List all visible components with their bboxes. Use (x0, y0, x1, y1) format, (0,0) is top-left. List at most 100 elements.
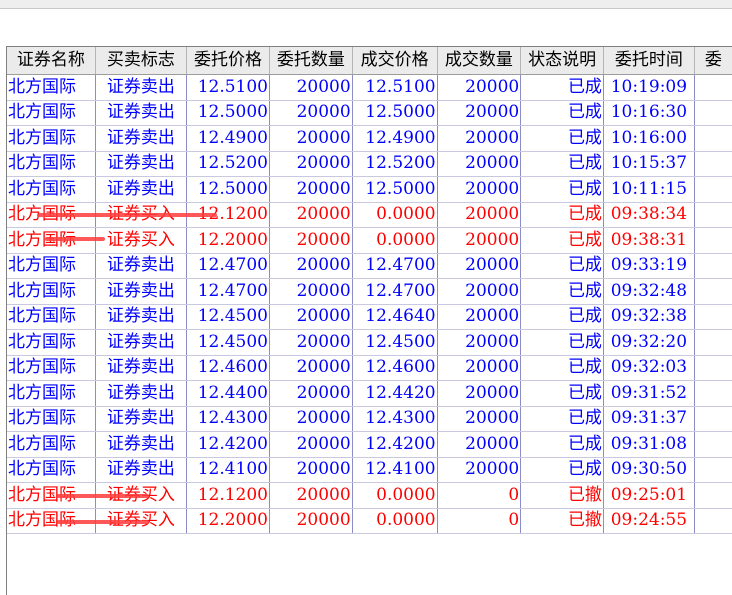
cell-security-name: 北方国际 (7, 380, 96, 407)
table-row[interactable]: 北方国际 证券卖出 12.4700 20000 12.4700 20000 已成 09:32:… (7, 278, 732, 305)
column-header-security-name[interactable]: 证券名称 (7, 47, 96, 75)
cell-deal-quantity: 20000 (437, 457, 522, 483)
window-top-strip (0, 0, 732, 9)
cell-order-quantity: 20000 (269, 176, 353, 203)
column-header-order-price[interactable]: 委托价格 (186, 47, 271, 75)
cell-order-time: 10:16:00 (603, 125, 695, 152)
table-row[interactable]: 北方国际 证券卖出 12.5000 20000 12.5000 20000 已成 10:16:… (7, 100, 732, 126)
cell-deal-price: 0.0000 (352, 202, 438, 228)
column-header-order-time[interactable]: 委托时间 (603, 47, 695, 75)
cell-order-time: 09:32:03 (603, 355, 695, 381)
cell-order-price: 12.5100 (186, 74, 271, 101)
cell-truncated (694, 304, 732, 330)
column-header-deal-price[interactable]: 成交价格 (352, 47, 438, 75)
cell-truncated (694, 227, 732, 254)
cell-deal-quantity: 0 (437, 508, 522, 534)
cell-deal-quantity: 20000 (437, 431, 522, 458)
column-header-order-quantity[interactable]: 委托数量 (269, 47, 353, 75)
cell-deal-quantity: 20000 (437, 253, 522, 279)
column-header-truncated[interactable]: 委 (694, 47, 732, 75)
cell-security-name: 北方国际 (7, 355, 96, 381)
cell-security-name: 北方国际 (7, 457, 96, 483)
cell-order-price: 12.4600 (186, 355, 271, 381)
cell-order-time: 09:38:31 (603, 227, 695, 254)
cell-order-time: 09:31:52 (603, 380, 695, 407)
cell-status: 已成 (520, 202, 604, 228)
cell-deal-price: 12.4100 (352, 457, 438, 483)
cell-order-price: 12.4200 (186, 431, 271, 458)
table-row[interactable]: 北方国际 证券卖出 12.4500 20000 12.4640 20000 已成 09:32:… (7, 304, 732, 330)
cell-status: 已成 (520, 406, 604, 432)
cell-trade-flag: 证券卖出 (95, 74, 187, 101)
cell-deal-price: 12.4700 (352, 278, 438, 305)
cell-status: 已成 (520, 227, 604, 254)
table-row[interactable]: 北方国际 证券卖出 12.5100 20000 12.5100 20000 已成 10:19:… (7, 74, 732, 101)
cell-deal-quantity: 20000 (437, 355, 522, 381)
cell-trade-flag: 证券卖出 (95, 304, 187, 330)
cell-deal-price: 12.5100 (352, 74, 438, 101)
cell-order-quantity: 20000 (269, 457, 353, 483)
table-row[interactable]: 北方国际 证券卖出 12.4900 20000 12.4900 20000 已成 10:16:… (7, 125, 732, 152)
cell-order-quantity: 20000 (269, 253, 353, 279)
column-header-status[interactable]: 状态说明 (520, 47, 604, 75)
cell-order-quantity: 20000 (269, 482, 353, 509)
cell-order-quantity: 20000 (269, 151, 353, 177)
cell-order-time: 10:11:15 (603, 176, 695, 203)
cell-status: 已成 (520, 355, 604, 381)
cell-order-price: 12.4300 (186, 406, 271, 432)
cell-deal-price: 0.0000 (352, 482, 438, 509)
table-row[interactable]: 北方国际 证券卖出 12.4300 20000 12.4300 20000 已成 09:31:… (7, 406, 732, 432)
table-row[interactable]: 北方国际 证券卖出 12.5200 20000 12.5200 20000 已成 10:15:… (7, 151, 732, 177)
cell-truncated (694, 482, 732, 509)
cell-order-price: 12.5000 (186, 176, 271, 203)
cell-order-quantity: 20000 (269, 74, 353, 101)
cell-order-price: 12.4700 (186, 253, 271, 279)
cell-trade-flag: 证券买入 (95, 227, 187, 254)
cell-order-price: 12.4100 (186, 457, 271, 483)
annotation-strike-mark (37, 213, 217, 217)
cell-order-time: 09:32:20 (603, 329, 695, 356)
cell-trade-flag: 证券卖出 (95, 457, 187, 483)
cell-deal-quantity: 20000 (437, 329, 522, 356)
table-row[interactable]: 北方国际 证券卖出 12.4100 20000 12.4100 20000 已成 09:30:… (7, 457, 732, 483)
cell-status: 已撤 (520, 508, 604, 534)
cell-deal-price: 0.0000 (352, 227, 438, 254)
column-header-trade-flag[interactable]: 买卖标志 (95, 47, 187, 75)
cell-deal-quantity: 20000 (437, 125, 522, 152)
cell-truncated (694, 151, 732, 177)
table-row[interactable]: 北方国际 证券卖出 12.4600 20000 12.4600 20000 已成 09:32:… (7, 355, 732, 381)
table-row[interactable]: 北方国际 证券卖出 12.5000 20000 12.5000 20000 已成 10:11:… (7, 176, 732, 203)
cell-order-quantity: 20000 (269, 125, 353, 152)
cell-security-name: 北方国际 (7, 431, 96, 458)
column-header-deal-quantity[interactable]: 成交数量 (437, 47, 522, 75)
cell-trade-flag: 证券卖出 (95, 100, 187, 126)
cell-order-price: 12.2000 (186, 227, 271, 254)
cell-deal-price: 0.0000 (352, 508, 438, 534)
cell-trade-flag: 证券卖出 (95, 176, 187, 203)
cell-truncated (694, 176, 732, 203)
cell-truncated (694, 355, 732, 381)
cell-trade-flag: 证券卖出 (95, 253, 187, 279)
cell-trade-flag: 证券卖出 (95, 278, 187, 305)
cell-deal-quantity: 20000 (437, 74, 522, 101)
cell-status: 已成 (520, 74, 604, 101)
table-row[interactable]: 北方国际 证券卖出 12.4200 20000 12.4200 20000 已成 09:31:… (7, 431, 732, 458)
cell-truncated (694, 74, 732, 101)
cell-order-time: 09:31:37 (603, 406, 695, 432)
cell-order-price: 12.2000 (186, 508, 271, 534)
cell-truncated (694, 329, 732, 356)
cell-status: 已成 (520, 431, 604, 458)
table-row[interactable]: 北方国际 证券卖出 12.4400 20000 12.4420 20000 已成 09:31:… (7, 380, 732, 407)
table-row[interactable]: 北方国际 证券买入 12.2000 20000 0.0000 20000 已成 09:38:3… (7, 227, 732, 254)
cell-order-price: 12.5200 (186, 151, 271, 177)
cell-deal-quantity: 20000 (437, 278, 522, 305)
table-row[interactable]: 北方国际 证券卖出 12.4700 20000 12.4700 20000 已成 09:33:… (7, 253, 732, 279)
table-row[interactable]: 北方国际 证券卖出 12.4500 20000 12.4500 20000 已成 09:32:… (7, 329, 732, 356)
cell-trade-flag: 证券卖出 (95, 329, 187, 356)
cell-security-name: 北方国际 (7, 151, 96, 177)
cell-trade-flag: 证券卖出 (95, 151, 187, 177)
cell-order-time: 09:32:38 (603, 304, 695, 330)
cell-deal-price: 12.4600 (352, 355, 438, 381)
cell-order-price: 12.4500 (186, 304, 271, 330)
cell-order-time: 09:33:19 (603, 253, 695, 279)
